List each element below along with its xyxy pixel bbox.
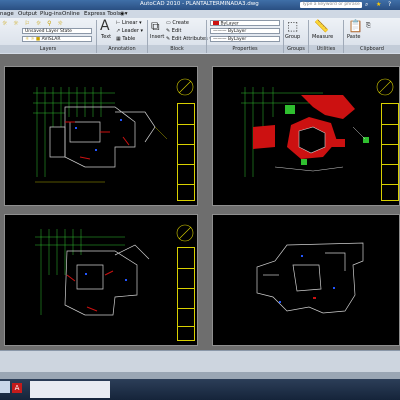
linetype-label: ByLayer <box>227 29 247 34</box>
viewport-top-right[interactable] <box>212 66 400 206</box>
linear-button[interactable]: ⊢ Linear ▾ <box>116 20 142 26</box>
autocad-taskbar-icon[interactable]: A <box>12 383 22 393</box>
tab-plugins[interactable]: Plug-ins <box>40 10 62 18</box>
text-icon[interactable]: A <box>100 18 110 34</box>
tab-manage[interactable]: nage <box>0 10 14 18</box>
title-block <box>381 103 399 201</box>
panel-label-groups[interactable]: Groups <box>284 45 308 53</box>
binoculars-icon[interactable]: ⌕ <box>365 1 368 9</box>
leader-button[interactable]: ↗ Leader ▾ <box>116 28 143 34</box>
paste-button-label[interactable]: Paste <box>347 34 361 40</box>
linetype-dropdown[interactable]: ——— ByLayer <box>210 28 280 34</box>
viewport-top-left[interactable] <box>4 66 198 206</box>
taskbar-window-thumb[interactable] <box>30 381 110 398</box>
title-bar: AutoCAD 2010 - PLANTALTERMINADA3.dwg Typ… <box>0 0 400 10</box>
color-swatch <box>213 21 219 25</box>
lineweight-label: ByLayer <box>227 37 247 42</box>
color-dropdown[interactable]: ByLayer <box>210 20 280 27</box>
create-label: Create <box>172 20 189 26</box>
panel-label-properties[interactable]: Properties <box>207 45 283 53</box>
group-icon[interactable]: ⬚ <box>287 19 298 33</box>
edit-label: Edit <box>171 28 182 34</box>
panel-label-block[interactable]: Block <box>148 45 206 53</box>
floor-plan-furniture <box>35 224 194 316</box>
layout-workspace <box>0 54 400 350</box>
insert-icon[interactable]: ⧉ <box>151 19 160 34</box>
edit-attributes-label: Edit Attributes <box>171 36 208 42</box>
panel-label-layers[interactable]: Layers <box>0 45 96 53</box>
star-icon[interactable]: ★ <box>376 1 381 8</box>
ribbon-toggle-icon[interactable]: ◉▾ <box>120 10 128 18</box>
layer-icons: ☼ ☼ ■ <box>25 37 42 42</box>
tab-online[interactable]: Online <box>62 10 80 18</box>
viewport-bottom-right[interactable] <box>212 214 400 346</box>
lineweight-dropdown[interactable]: ——— ByLayer <box>210 36 280 42</box>
edit-button[interactable]: ✎ Edit <box>166 28 181 34</box>
create-button[interactable]: ▭ Create <box>166 20 189 26</box>
layer-state-dropdown[interactable]: Unsaved Layer State <box>22 28 92 34</box>
panel-label-annotation[interactable]: Annotation <box>97 45 147 53</box>
text-button-label[interactable]: Text <box>101 34 111 40</box>
title-block <box>177 247 195 341</box>
edit-attributes-button[interactable]: ✎ Edit Attributes ▾ <box>166 36 212 42</box>
ribbon: ☼ ☼ ⚐ ☼ ⚲ ☼ Unsaved Layer State ☼ ☼ ■ AV… <box>0 18 400 55</box>
window-title: AutoCAD 2010 - PLANTALTERMINADA3.dwg <box>140 1 259 7</box>
floor-plan-highlighted <box>241 78 394 177</box>
command-line-area[interactable] <box>0 350 400 373</box>
title-block <box>177 103 195 201</box>
layer-dropdown[interactable]: ☼ ☼ ■ AVISLAR <box>22 36 92 42</box>
group-button-label[interactable]: Group <box>285 34 300 40</box>
layer-name: AVISLAR <box>41 37 61 42</box>
floor-plan-outline <box>256 242 364 314</box>
taskbar-app-button[interactable] <box>0 381 10 393</box>
paste-icon[interactable]: 📋 <box>348 19 363 33</box>
color-label: ByLayer <box>220 21 239 27</box>
tab-express-tools[interactable]: Express Tools <box>84 10 121 18</box>
copy-icon[interactable]: ⎘ <box>366 22 371 30</box>
table-button[interactable]: ▦ Table <box>116 36 135 42</box>
layer-tools-icons[interactable]: ☼ ☼ ⚐ ☼ ⚲ ☼ <box>2 20 92 27</box>
measure-button-label[interactable]: Measure <box>312 34 333 40</box>
tab-output[interactable]: Output <box>18 10 37 18</box>
ribbon-tabs: nage Output Plug-ins Online Express Tool… <box>0 10 400 18</box>
search-input[interactable]: Type a keyword or phrase <box>300 2 362 8</box>
table-label: Table <box>122 36 136 42</box>
status-bar <box>0 372 400 379</box>
linear-label: Linear <box>121 20 138 26</box>
panel-label-clipboard[interactable]: Clipboard <box>344 45 400 53</box>
windows-taskbar: A <box>0 379 400 400</box>
help-icon[interactable]: ? <box>388 1 391 8</box>
leader-label: Leader <box>121 28 139 34</box>
panel-label-utilities[interactable]: Utilities <box>309 45 343 53</box>
measure-icon[interactable]: 📏 <box>314 19 329 33</box>
insert-button-label[interactable]: Insert <box>150 34 164 40</box>
floor-plan-drawing <box>33 78 194 183</box>
viewport-bottom-left[interactable] <box>4 214 198 346</box>
